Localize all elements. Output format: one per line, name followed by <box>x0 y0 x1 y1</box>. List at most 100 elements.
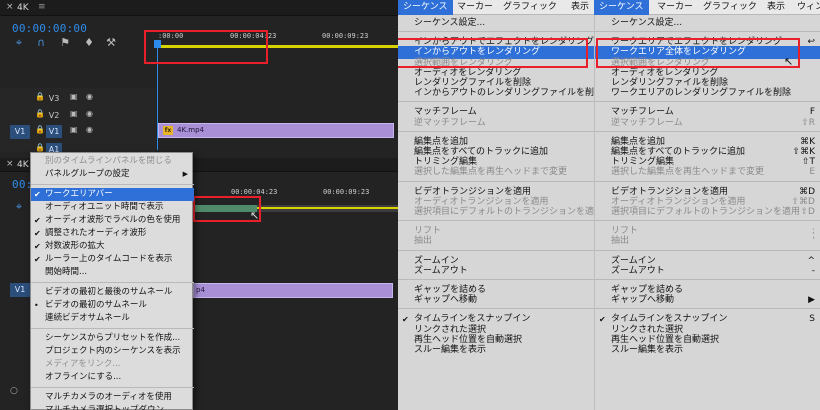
toggle-sync-icon[interactable]: ▣ <box>70 92 78 101</box>
menubar-item[interactable]: シーケンス <box>594 0 649 15</box>
track-name[interactable]: V1 <box>46 125 62 138</box>
sequence-menu-item[interactable]: ギャップへ移動 <box>398 294 594 307</box>
sequence-menu-item[interactable]: シーケンス設定... <box>398 17 594 30</box>
context-menu-item[interactable]: マルチカメラのオーディオを使用 <box>31 391 194 404</box>
magnet-icon[interactable]: ∩ <box>34 36 48 49</box>
menu-separator <box>31 387 194 388</box>
annotation-box <box>596 38 800 68</box>
annotation-box <box>144 30 268 64</box>
sequence-menu-item[interactable]: ズームアウト - <box>595 265 820 278</box>
eye-icon[interactable]: ◉ <box>86 109 93 118</box>
menubar-item[interactable]: シーケンス <box>398 0 453 15</box>
sequence-menu-comparison: シーケンス マーカー グラフィック 表示 シーケンス マーカー グラフィック 表示 ウィン シー… <box>398 0 820 410</box>
menu-separator <box>595 130 820 132</box>
context-menu-item[interactable]: ✔ 調整されたオーディオ波形 <box>31 227 194 240</box>
checkmark-icon: ✔ <box>34 216 41 225</box>
playhead-timecode[interactable]: 00:00:00:00 <box>12 22 87 35</box>
video-clip[interactable]: fx 4K.mp4 <box>158 123 394 138</box>
checkmark-icon: ✔ <box>34 242 41 251</box>
menubar-item[interactable]: グラフィック <box>698 0 762 15</box>
marker-icon[interactable]: ♦ <box>82 36 96 49</box>
ruler-label: 00:00:04:23 <box>231 188 278 196</box>
track-header-v3: 🔒 V3 ▣ ◉ <box>0 92 156 109</box>
sequence-menu-item: 選択項目にデフォルトのトランジションを適用 ⇧D <box>595 206 820 219</box>
source-patch[interactable]: V1 <box>10 283 30 297</box>
menu-item-label: スルー編集を表示 <box>611 345 684 355</box>
menu-item-label: 選択した編集点を再生ヘッドまで変更 <box>611 167 765 178</box>
sequence-menu-item[interactable]: インからアウトのレンダリングファイルを削除 <box>398 87 603 100</box>
menu-item-label: シーケンスからプリセットを作成... <box>45 333 181 343</box>
menu-item-label: ギャップへ移動 <box>611 295 675 306</box>
sequence-menu-item[interactable]: ズームアウト <box>398 265 594 278</box>
context-menu-item[interactable]: • ビデオの最初のサムネール <box>31 299 194 312</box>
menu-item-label: インからアウトのレンダリングファイルを削除 <box>414 88 604 99</box>
sequence-menu-item[interactable]: ワークエリアのレンダリングファイルを削除 <box>595 87 820 100</box>
work-area-bar-extent[interactable] <box>257 207 398 209</box>
wrench-icon[interactable]: ⚒ <box>104 36 118 49</box>
menu-separator <box>31 184 194 185</box>
ripple-icon[interactable]: ⌖ <box>12 36 26 50</box>
menubar-item[interactable]: グラフィック <box>498 0 562 15</box>
panel-title[interactable]: 4K <box>17 3 29 13</box>
sequence-menu-item[interactable]: スルー編集を表示 <box>595 344 820 357</box>
submenu-arrow-icon: ▶ <box>182 170 188 178</box>
menubar-item[interactable]: マーカー <box>652 0 698 15</box>
sequence-menu-item[interactable]: スルー編集を表示 <box>398 344 594 357</box>
timeline-area: × 4K ≡ 00:00:00:00 ⌖ ∩ ⚑ ♦ ⚒ :00:00 00:0… <box>0 0 398 410</box>
toggle-sync-icon[interactable]: ▣ <box>70 125 78 134</box>
context-menu-item[interactable]: 開始時間... <box>31 266 194 279</box>
menu-item-label: ビデオの最初と最後のサムネール <box>45 287 173 297</box>
menu-item-label: オーディオ波形でラベルの色を使用 <box>45 215 181 225</box>
close-icon[interactable]: × <box>6 2 14 12</box>
panel-menu-icon[interactable]: ≡ <box>38 2 46 12</box>
menu-item-label: シーケンス設定... <box>414 18 486 28</box>
menubar-item[interactable]: 表示 <box>762 0 790 15</box>
context-menu-item[interactable]: シーケンスからプリセットを作成... <box>31 332 194 345</box>
close-icon[interactable]: × <box>6 159 14 169</box>
toggle-sync-icon[interactable]: ▣ <box>70 109 78 118</box>
context-menu-item[interactable]: プロジェクト内のシーケンスを表示 <box>31 345 194 358</box>
menubar-item[interactable]: 表示 <box>566 0 594 15</box>
context-menu-item[interactable]: マルチカメラ選択トップダウン <box>31 404 194 410</box>
record-icon[interactable]: ○ <box>10 386 18 396</box>
context-menu-item[interactable]: ✔ ルーラー上のタイムコードを表示 <box>31 253 194 266</box>
source-patch[interactable]: V1 <box>10 125 30 139</box>
context-menu-item[interactable]: オフラインにする... <box>31 371 194 384</box>
track-name[interactable]: V3 <box>46 92 62 105</box>
menubar-item[interactable]: ウィン <box>792 0 820 15</box>
menu-item-label: ビデオの最初のサムネール <box>45 300 147 310</box>
context-menu-item[interactable]: オーディオユニット時間で表示 <box>31 201 194 214</box>
menu-separator <box>595 308 820 310</box>
panel-title[interactable]: 4K <box>17 160 29 170</box>
menu-separator <box>398 249 594 251</box>
menu-item-label: オーディオユニット時間で表示 <box>45 202 164 212</box>
menubar-item[interactable]: マーカー <box>452 0 498 15</box>
context-menu-item[interactable]: ✔ ワークエリアバー <box>31 188 194 201</box>
context-menu-item[interactable]: ✔ 対数波形の拡大 <box>31 240 194 253</box>
sequence-menu-item[interactable]: ギャップへ移動 ▶ <box>595 294 820 307</box>
menu-separator <box>31 282 194 283</box>
menu-item-label: ルーラー上のタイムコードを表示 <box>45 254 173 264</box>
sequence-menu-item[interactable]: シーケンス設定... <box>595 17 820 30</box>
sequence-menu-new: シーケンス設定... ワークエリアでエフェクトをレンダリング ↩ ワークエリア全体をレ… <box>594 15 820 410</box>
context-menu-item[interactable]: ✔ オーディオ波形でラベルの色を使用 <box>31 214 194 227</box>
track-name[interactable]: V2 <box>46 109 62 122</box>
menu-item-label: 選択項目にデフォルトのトランジションを適用 <box>611 207 801 217</box>
lock-icon[interactable]: 🔒 <box>35 109 45 118</box>
context-menu-item[interactable]: パネルグループの設定 ▶ <box>31 168 194 181</box>
context-menu-item[interactable]: ビデオの最初と最後のサムネール <box>31 286 194 299</box>
video-clip[interactable]: p4 <box>193 283 393 298</box>
lock-icon[interactable]: 🔒 <box>35 143 45 152</box>
ruler-label: 00:00:09:23 <box>323 188 370 196</box>
menu-separator <box>398 130 594 132</box>
ripple-icon[interactable]: ⌖ <box>12 200 26 214</box>
lock-icon[interactable]: 🔒 <box>35 92 45 101</box>
linked-icon[interactable]: ⚑ <box>58 36 72 49</box>
menu-shortcut: ⇧R <box>801 117 815 128</box>
menu-item-label: ワークエリアのレンダリングファイルを削除 <box>611 88 792 99</box>
eye-icon[interactable]: ◉ <box>86 125 93 134</box>
eye-icon[interactable]: ◉ <box>86 92 93 101</box>
context-menu-item[interactable]: 連続ビデオサムネール <box>31 312 194 325</box>
lock-icon[interactable]: 🔒 <box>35 125 45 134</box>
sequence-menu-item: 逆マッチフレーム ⇧R <box>595 117 820 130</box>
